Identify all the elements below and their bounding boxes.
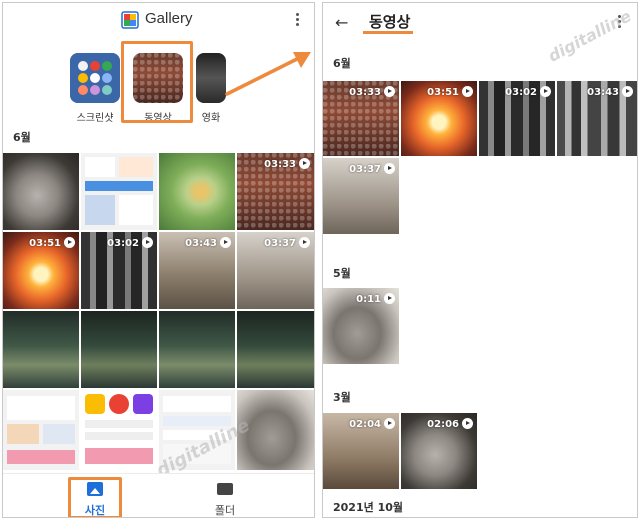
video-duration: 03:43 <box>587 87 619 98</box>
more-options-icon[interactable] <box>617 15 621 31</box>
videos-thumbnail <box>133 53 183 103</box>
app-title: Gallery <box>145 10 193 27</box>
album-label-videos: 동영상 <box>144 113 172 124</box>
bottom-navigation: 사진 폴더 <box>3 473 314 517</box>
video-duration: 03:37 <box>349 164 381 175</box>
videos-album-screen: ← 동영상 digitalline 6월 03:33 03:51 03:02 0… <box>322 2 638 518</box>
video-tile[interactable]: 03:51 <box>3 232 79 309</box>
gallery-app-bar: Gallery <box>3 3 314 37</box>
video-duration: 03:51 <box>427 87 459 98</box>
album-screenshots[interactable]: 스크린샷 <box>70 53 120 124</box>
nav-label-photos: 사진 <box>84 504 106 517</box>
movies-thumbnail <box>196 53 226 103</box>
album-label-movies: 영화 <box>201 113 221 124</box>
video-duration: 03:33 <box>349 87 381 98</box>
play-icon <box>64 237 75 248</box>
app-icons-thumbnail-icon <box>70 53 120 103</box>
screenshots-thumbnail <box>70 53 120 103</box>
play-icon <box>384 86 395 97</box>
back-arrow-icon[interactable]: ← <box>335 13 348 32</box>
photo-tile[interactable] <box>159 390 235 470</box>
photo-tile[interactable] <box>3 390 79 470</box>
photo-tile[interactable] <box>81 153 157 230</box>
album-movies[interactable]: 영화 <box>196 53 226 124</box>
transition-arrow-icon <box>225 52 311 96</box>
photo-icon <box>87 482 103 496</box>
album-label-screenshots: 스크린샷 <box>76 113 114 124</box>
month-label-march: 3월 <box>333 391 351 404</box>
month-label-june: 6월 <box>13 131 31 144</box>
photo-tile[interactable] <box>3 153 79 230</box>
nav-tab-folders[interactable]: 폴더 <box>203 480 247 517</box>
photo-tile[interactable] <box>237 311 314 388</box>
video-tile[interactable]: 03:33 <box>237 153 314 230</box>
play-icon <box>462 86 473 97</box>
more-options-icon[interactable] <box>295 13 299 29</box>
video-tile[interactable]: 03:37 <box>237 232 314 309</box>
photo-tile[interactable] <box>159 153 235 230</box>
folder-icon <box>217 483 233 495</box>
video-duration: 03:37 <box>264 238 296 249</box>
video-tile[interactable]: 0:11 <box>323 288 399 364</box>
play-icon <box>299 237 310 248</box>
photo-tile[interactable] <box>81 311 157 388</box>
play-icon <box>384 293 395 304</box>
video-duration: 02:06 <box>427 419 459 430</box>
album-title: 동영상 <box>369 13 411 31</box>
video-duration: 03:51 <box>29 238 61 249</box>
title-underline <box>363 31 413 34</box>
play-icon <box>299 158 310 169</box>
month-label-june: 6월 <box>333 57 351 70</box>
video-duration: 02:04 <box>349 419 381 430</box>
nav-tab-photos[interactable]: 사진 <box>73 480 117 517</box>
video-duration: 03:33 <box>264 159 296 170</box>
video-tile[interactable]: 02:06 <box>401 413 477 489</box>
play-icon <box>540 86 551 97</box>
play-icon <box>220 237 231 248</box>
play-icon <box>142 237 153 248</box>
video-tile[interactable]: 03:02 <box>479 81 555 156</box>
video-duration: 03:02 <box>107 238 139 249</box>
video-tile[interactable]: 03:37 <box>323 158 399 234</box>
month-label-oct-2021: 2021년 10월 <box>333 501 403 514</box>
gallery-logo-icon <box>121 11 139 29</box>
video-tile[interactable]: 03:02 <box>81 232 157 309</box>
play-icon <box>384 418 395 429</box>
photo-tile[interactable] <box>3 311 79 388</box>
album-videos[interactable]: 동영상 <box>133 53 183 124</box>
play-icon <box>462 418 473 429</box>
video-duration: 03:02 <box>505 87 537 98</box>
video-tile[interactable]: 03:43 <box>159 232 235 309</box>
video-tile[interactable]: 03:51 <box>401 81 477 156</box>
video-tile[interactable]: 02:04 <box>323 413 399 489</box>
screenshot-canvas: Gallery 스크린샷 동영상 영화 6월 03:33 03:51 03:02… <box>0 0 640 521</box>
video-tile[interactable]: 03:43 <box>557 81 637 156</box>
photo-tile[interactable] <box>237 390 314 470</box>
video-duration: 03:43 <box>185 238 217 249</box>
nav-label-folders: 폴더 <box>214 504 236 517</box>
photo-tile[interactable] <box>81 390 157 470</box>
photo-tile[interactable] <box>159 311 235 388</box>
play-icon <box>622 86 633 97</box>
video-duration: 0:11 <box>356 294 381 305</box>
videos-app-bar: ← 동영상 <box>323 3 637 43</box>
play-icon <box>384 163 395 174</box>
month-label-may: 5월 <box>333 267 351 280</box>
video-tile[interactable]: 03:33 <box>323 81 399 156</box>
